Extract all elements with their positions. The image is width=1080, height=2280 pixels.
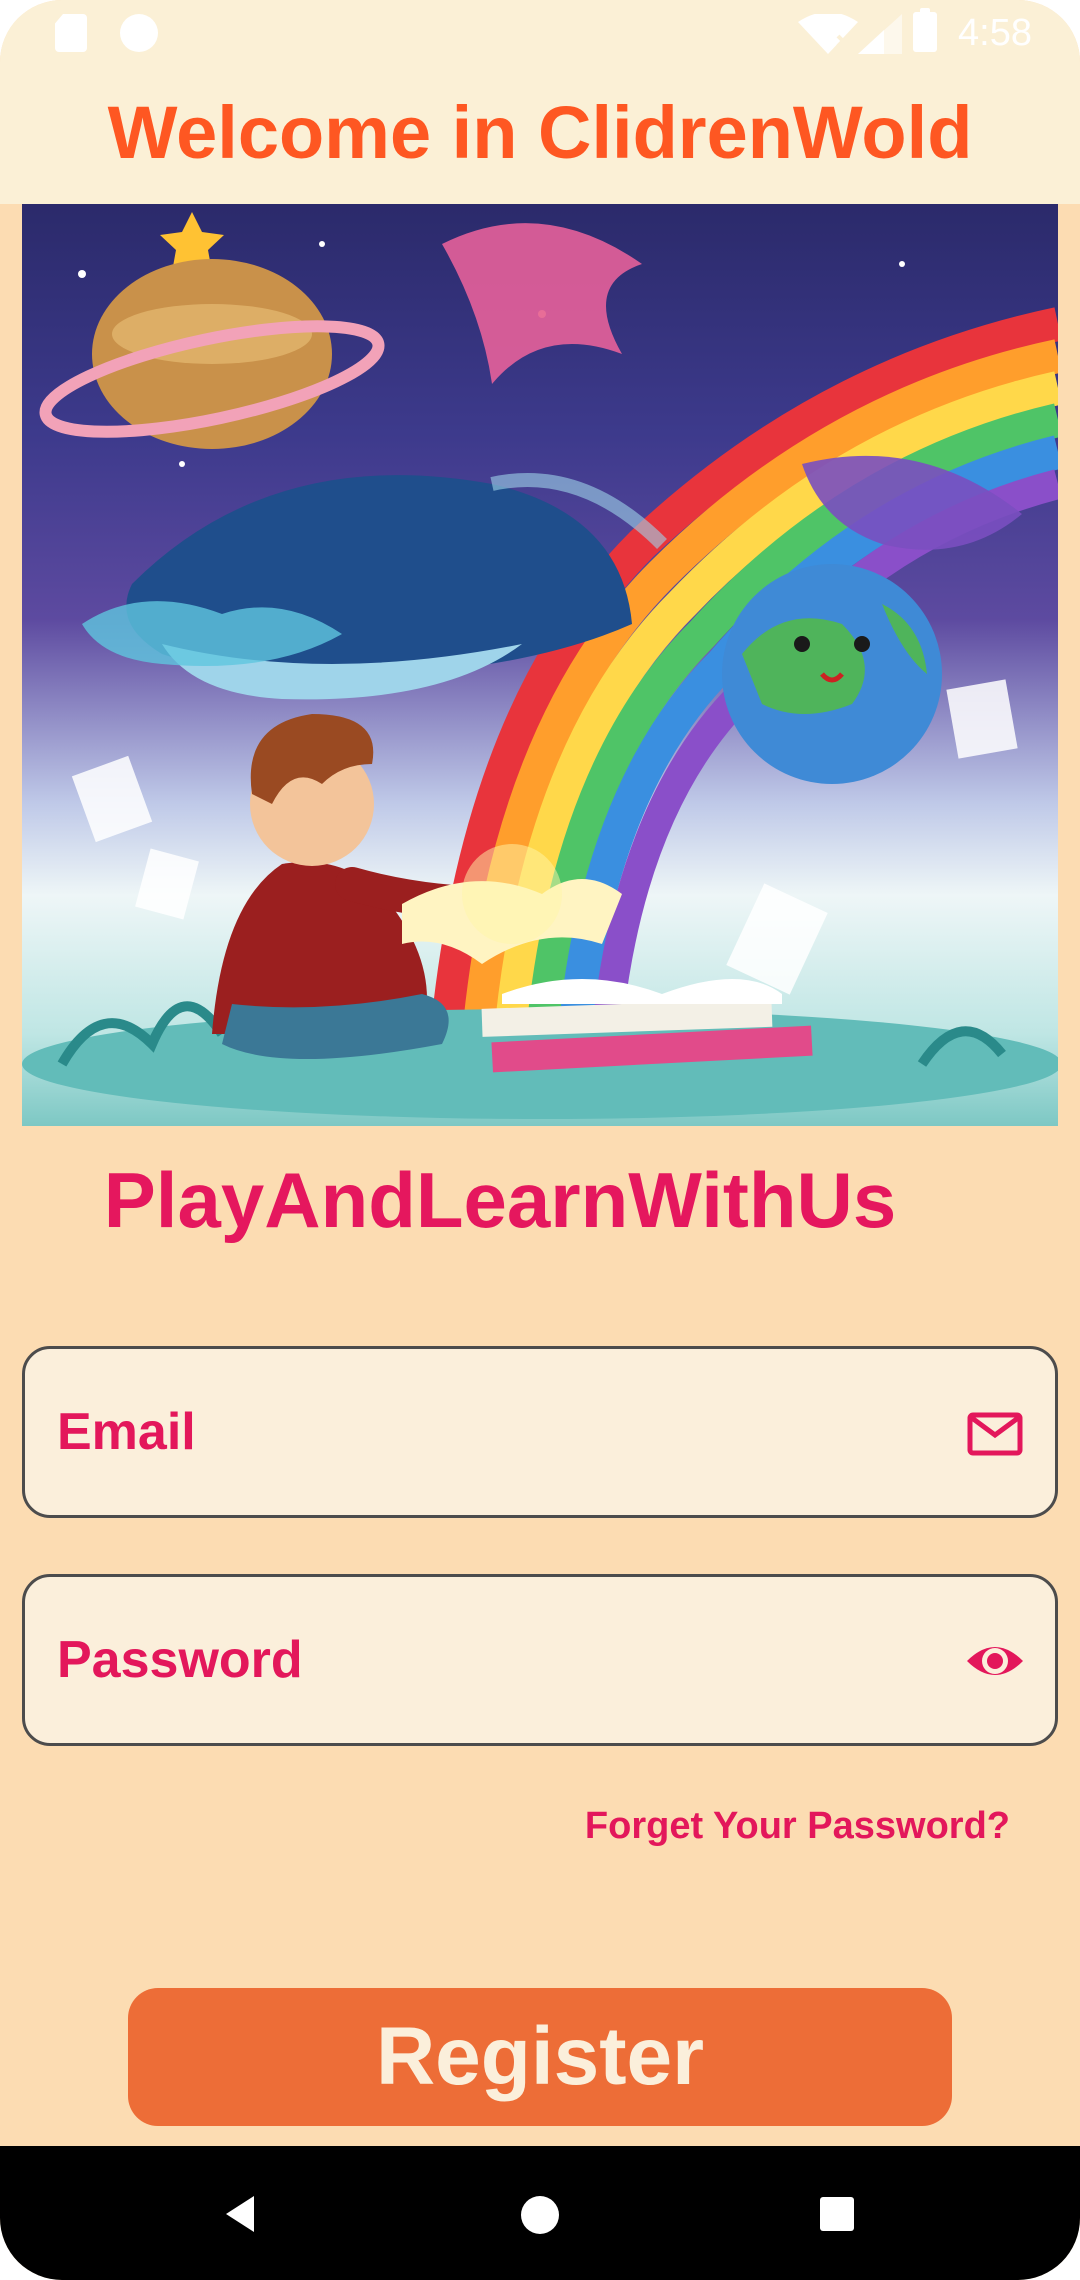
email-label: Email bbox=[57, 1403, 196, 1461]
home-icon[interactable] bbox=[521, 2196, 559, 2234]
back-icon[interactable] bbox=[222, 2194, 262, 2234]
eye-icon[interactable] bbox=[965, 1631, 1025, 1691]
phone-screen: 4:58 Welcome in ClidrenWold PlayAndLearn… bbox=[0, 0, 1080, 2280]
register-button[interactable]: Register bbox=[128, 1988, 952, 2126]
battery-icon bbox=[913, 8, 937, 52]
wifi-icon bbox=[798, 14, 858, 54]
hero-illustration-art bbox=[22, 212, 1058, 1119]
mail-icon bbox=[967, 1412, 1023, 1456]
email-field[interactable]: Email bbox=[22, 1346, 1058, 1518]
password-field[interactable]: Password bbox=[22, 1574, 1058, 1746]
sd-card-icon bbox=[55, 14, 87, 52]
tagline: PlayAndLearnWithUs bbox=[0, 1150, 1080, 1250]
status-bar: 4:58 bbox=[0, 0, 1080, 66]
hero-illustration bbox=[22, 204, 1058, 1126]
forgot-password-link[interactable]: Forget Your Password? bbox=[560, 1796, 1010, 1856]
circle-notification-icon bbox=[120, 14, 158, 52]
password-label: Password bbox=[57, 1631, 303, 1689]
app-header: 4:58 Welcome in ClidrenWold bbox=[0, 0, 1080, 204]
signal-icon bbox=[858, 14, 902, 54]
recents-icon[interactable] bbox=[820, 2197, 854, 2231]
status-time: 4:58 bbox=[958, 12, 1032, 54]
tagline-text: PlayAndLearnWithUs bbox=[103, 1156, 897, 1244]
app-title: Welcome in ClidrenWold bbox=[107, 91, 973, 174]
